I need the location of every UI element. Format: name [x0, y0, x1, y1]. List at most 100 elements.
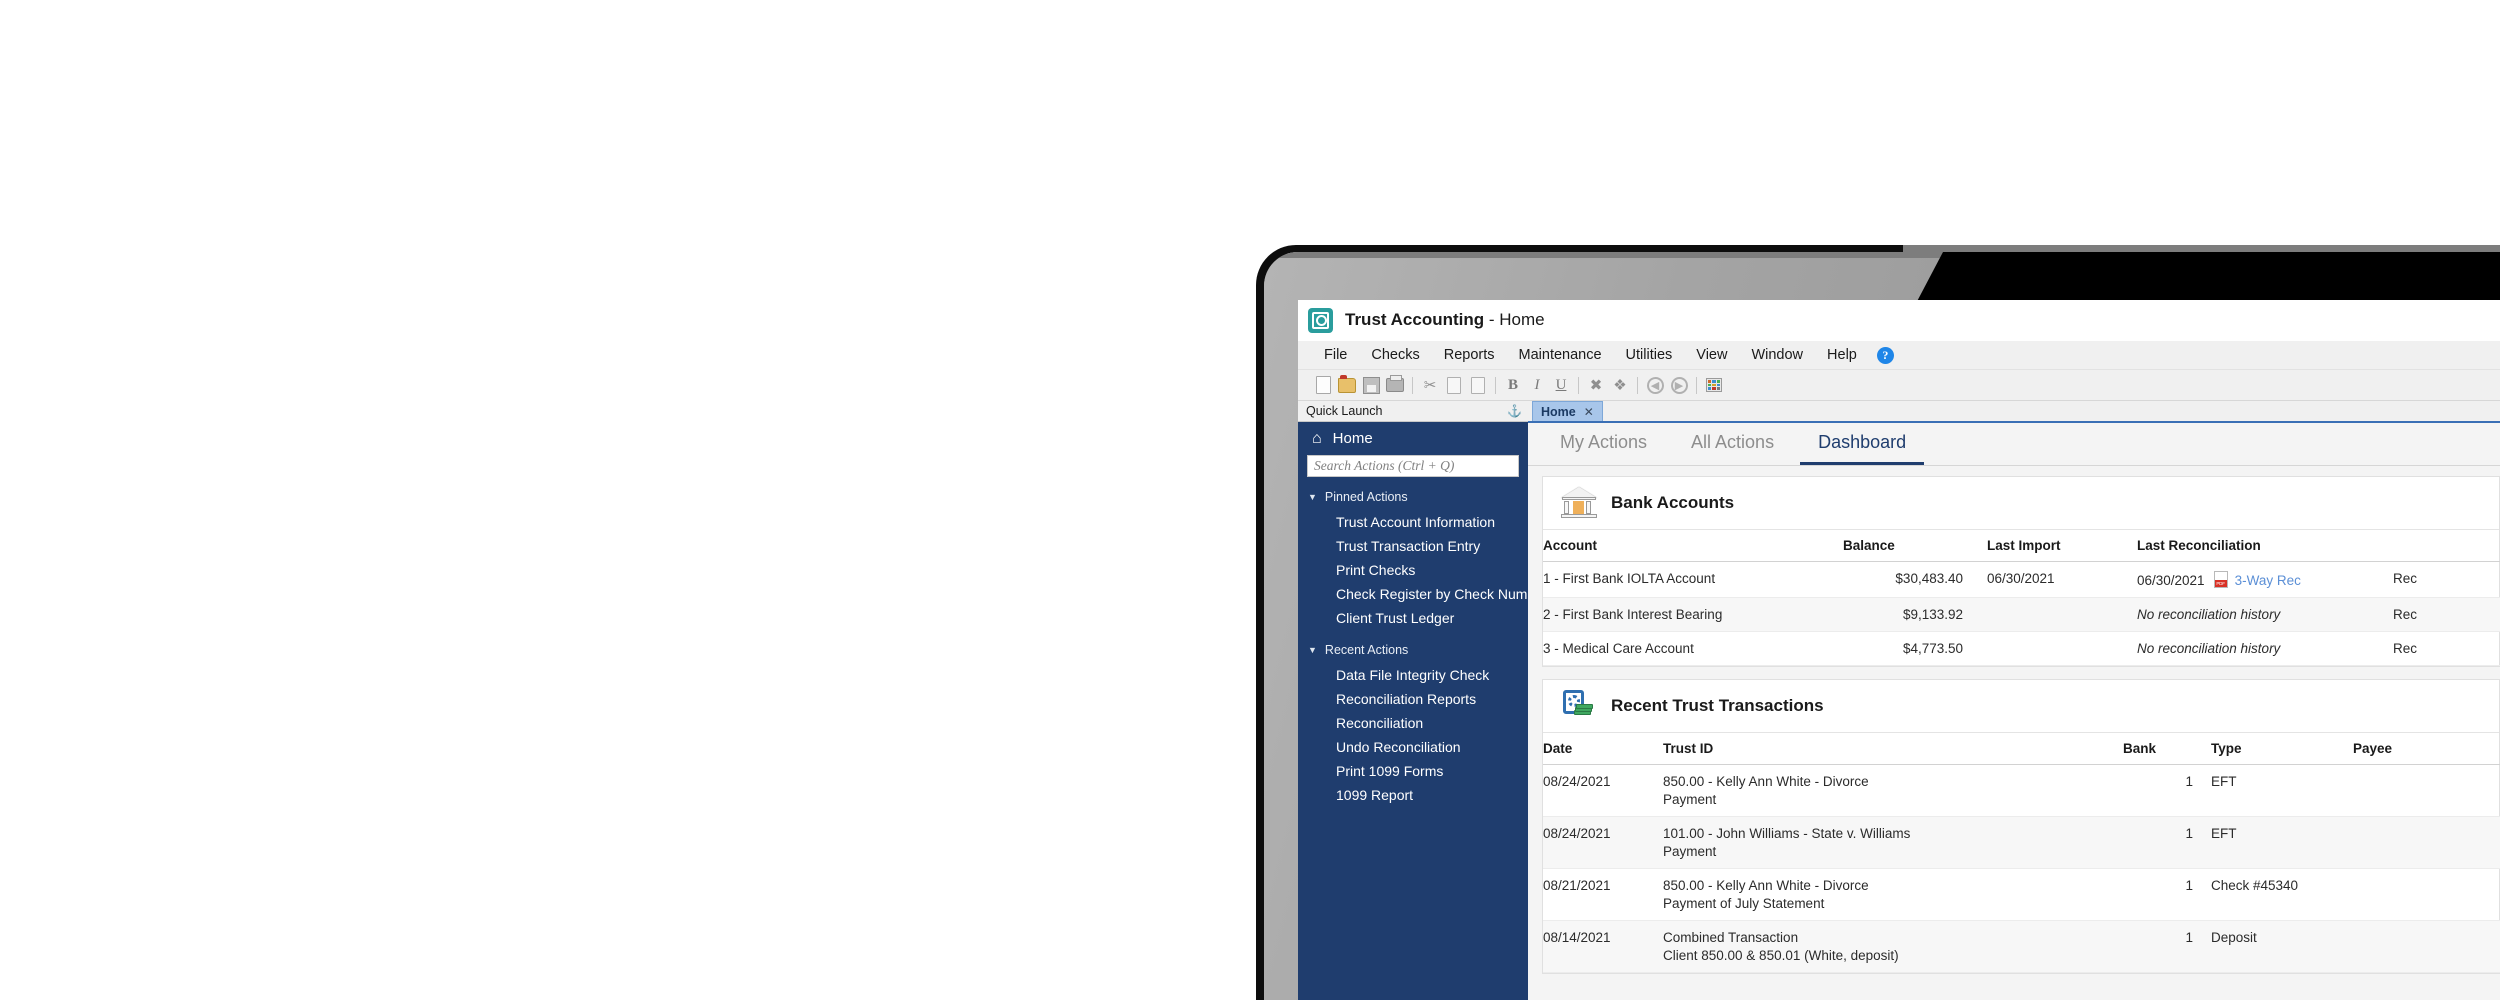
window-title-sub: Home — [1499, 310, 1545, 329]
toolbar-separator — [1412, 376, 1413, 394]
open-folder-icon[interactable] — [1336, 374, 1358, 396]
cell-balance: $4,773.50 — [1843, 631, 1963, 666]
sidebar-group-pinned-actions[interactable]: ▼ Pinned Actions — [1298, 477, 1528, 510]
application-window: Trust Accounting - Home File Checks Repo… — [1298, 300, 2500, 1000]
save-icon[interactable] — [1360, 374, 1382, 396]
col-trust-id: Trust ID — [1663, 733, 2123, 765]
three-way-rec-link[interactable]: 3-Way Rec — [2235, 573, 2301, 588]
cell-type: Deposit — [2193, 920, 2353, 973]
bank-accounts-header-row: Account Balance Last Import Last Reconci… — [1543, 530, 2500, 562]
table-row[interactable]: 1 - First Bank IOLTA Account $30,483.40 … — [1543, 561, 2500, 598]
cell-date: 08/24/2021 — [1543, 764, 1663, 817]
window-titlebar: Trust Accounting - Home — [1298, 300, 2500, 341]
cell-trust-id: 850.00 - Kelly Ann White - Divorce Payme… — [1663, 868, 2123, 921]
cell-account: 1 - First Bank IOLTA Account — [1543, 561, 1843, 598]
cell-last-import: 06/30/2021 — [1963, 561, 2113, 598]
sidebar-item-trust-account-information[interactable]: Trust Account Information — [1298, 510, 1528, 534]
help-circle-icon[interactable]: ? — [1876, 346, 1894, 364]
chevron-down-icon: ▼ — [1308, 492, 1317, 502]
tab-my-actions[interactable]: My Actions — [1542, 424, 1665, 465]
cell-trust-id: Combined Transaction Client 850.00 & 850… — [1663, 920, 2123, 973]
undelete-icon[interactable]: ❖ — [1609, 374, 1631, 396]
close-icon[interactable]: ✕ — [1584, 405, 1594, 419]
menu-utilities[interactable]: Utilities — [1614, 345, 1685, 365]
sidebar-item-client-trust-ledger[interactable]: Client Trust Ledger — [1298, 606, 1528, 630]
italic-icon[interactable]: I — [1526, 374, 1548, 396]
trust-id-note: Client 850.00 & 850.01 (White, deposit) — [1663, 948, 1899, 963]
sidebar-home-label: Home — [1332, 430, 1373, 447]
window-title: Trust Accounting - Home — [1345, 310, 1545, 330]
trust-id-main: 101.00 - John Williams - State v. Willia… — [1663, 826, 1911, 841]
cell-last-reconciliation: No reconciliation history — [2113, 631, 2393, 666]
cell-last-reconciliation: 06/30/2021 3-Way Rec — [2113, 561, 2393, 598]
menu-checks[interactable]: Checks — [1359, 345, 1431, 365]
rec-link[interactable]: Rec — [2393, 631, 2500, 666]
cell-bank: 1 — [2123, 920, 2193, 973]
sidebar-item-trust-transaction-entry[interactable]: Trust Transaction Entry — [1298, 534, 1528, 558]
bold-icon[interactable]: B — [1502, 374, 1524, 396]
grid-view-icon[interactable] — [1703, 374, 1725, 396]
pin-icon[interactable]: ⚓ — [1507, 404, 1522, 418]
menu-maintenance[interactable]: Maintenance — [1507, 345, 1614, 365]
cell-date: 08/14/2021 — [1543, 920, 1663, 973]
paste-icon[interactable] — [1467, 374, 1489, 396]
table-row[interactable]: 08/21/2021 850.00 - Kelly Ann White - Di… — [1543, 868, 2500, 921]
print-icon[interactable] — [1384, 374, 1406, 396]
table-row[interactable]: 08/24/2021 101.00 - John Williams - Stat… — [1543, 816, 2500, 869]
tab-dashboard[interactable]: Dashboard — [1800, 424, 1925, 465]
sidebar-item-print-1099-forms[interactable]: Print 1099 Forms — [1298, 759, 1528, 783]
col-account: Account — [1543, 530, 1843, 562]
sidebar-item-undo-reconciliation[interactable]: Undo Reconciliation — [1298, 735, 1528, 759]
sidebar-group-label: Pinned Actions — [1324, 490, 1408, 504]
new-file-icon[interactable] — [1312, 374, 1334, 396]
sidebar-item-1099-report[interactable]: 1099 Report — [1298, 783, 1528, 807]
search-actions-input[interactable]: Search Actions (Ctrl + Q) — [1307, 455, 1519, 477]
dashboard-content: Bank Accounts Account Balance Last Impor… — [1528, 466, 2500, 1000]
delete-icon[interactable]: ✖ — [1585, 374, 1607, 396]
rec-link[interactable]: Rec — [2393, 561, 2500, 598]
recent-transactions-header: Recent Trust Transactions — [1543, 680, 2499, 733]
menu-bar: File Checks Reports Maintenance Utilitie… — [1298, 341, 2500, 370]
chevron-down-icon: ▼ — [1308, 645, 1317, 655]
menu-window[interactable]: Window — [1739, 345, 1815, 365]
sidebar-item-data-file-integrity-check[interactable]: Data File Integrity Check — [1298, 663, 1528, 687]
cell-last-import — [1963, 631, 2113, 666]
sidebar-item-print-checks[interactable]: Print Checks — [1298, 558, 1528, 582]
table-row[interactable]: 08/14/2021 Combined Transaction Client 8… — [1543, 920, 2500, 973]
sidebar-item-check-register-by-check-number[interactable]: Check Register by Check Number — [1298, 582, 1548, 606]
recent-trust-transactions-card: Recent Trust Transactions Date Trust ID — [1542, 679, 2500, 974]
cell-account: 3 - Medical Care Account — [1543, 631, 1843, 666]
trust-id-main: Combined Transaction — [1663, 930, 1799, 945]
sidebar-item-reconciliation[interactable]: Reconciliation — [1298, 711, 1528, 735]
table-row[interactable]: 2 - First Bank Interest Bearing $9,133.9… — [1543, 597, 2500, 632]
quick-launch-sidebar: Quick Launch ⚓ ⌂ Home Search Actions (Ct… — [1298, 401, 1548, 1000]
pdf-icon[interactable] — [2213, 571, 2228, 588]
cell-payee — [2353, 764, 2500, 817]
sidebar-group-recent-actions[interactable]: ▼ Recent Actions — [1298, 630, 1528, 663]
sidebar-item-home[interactable]: ⌂ Home — [1298, 422, 1528, 455]
menu-help[interactable]: Help — [1815, 345, 1869, 365]
table-row[interactable]: 3 - Medical Care Account $4,773.50 No re… — [1543, 631, 2500, 666]
menu-reports[interactable]: Reports — [1432, 345, 1507, 365]
table-row[interactable]: 08/24/2021 850.00 - Kelly Ann White - Di… — [1543, 764, 2500, 817]
menu-view[interactable]: View — [1684, 345, 1739, 365]
cell-date: 08/24/2021 — [1543, 816, 1663, 869]
sidebar-item-reconciliation-reports[interactable]: Reconciliation Reports — [1298, 687, 1528, 711]
sidebar-group-label: Recent Actions — [1324, 643, 1409, 657]
cell-trust-id: 850.00 - Kelly Ann White - Divorce Payme… — [1663, 764, 2123, 817]
cut-icon[interactable]: ✂ — [1419, 374, 1441, 396]
document-tab-home[interactable]: Home ✕ — [1532, 401, 1603, 421]
rec-link[interactable]: Rec — [2393, 597, 2500, 632]
underline-icon[interactable]: U — [1550, 374, 1572, 396]
copy-icon[interactable] — [1443, 374, 1465, 396]
back-arrow-icon[interactable]: ◀ — [1644, 374, 1666, 396]
menu-file[interactable]: File — [1312, 345, 1359, 365]
cell-trust-id: 101.00 - John Williams - State v. Willia… — [1663, 816, 2123, 869]
tab-all-actions[interactable]: All Actions — [1673, 424, 1792, 465]
quick-launch-header: Quick Launch ⚓ — [1298, 401, 1528, 422]
col-last-import: Last Import — [1963, 530, 2113, 562]
cell-payee — [2353, 920, 2500, 973]
app-body: Quick Launch ⚓ ⌂ Home Search Actions (Ct… — [1298, 401, 2500, 1000]
window-title-separator: - — [1484, 310, 1500, 329]
forward-arrow-icon[interactable]: ▶ — [1668, 374, 1690, 396]
